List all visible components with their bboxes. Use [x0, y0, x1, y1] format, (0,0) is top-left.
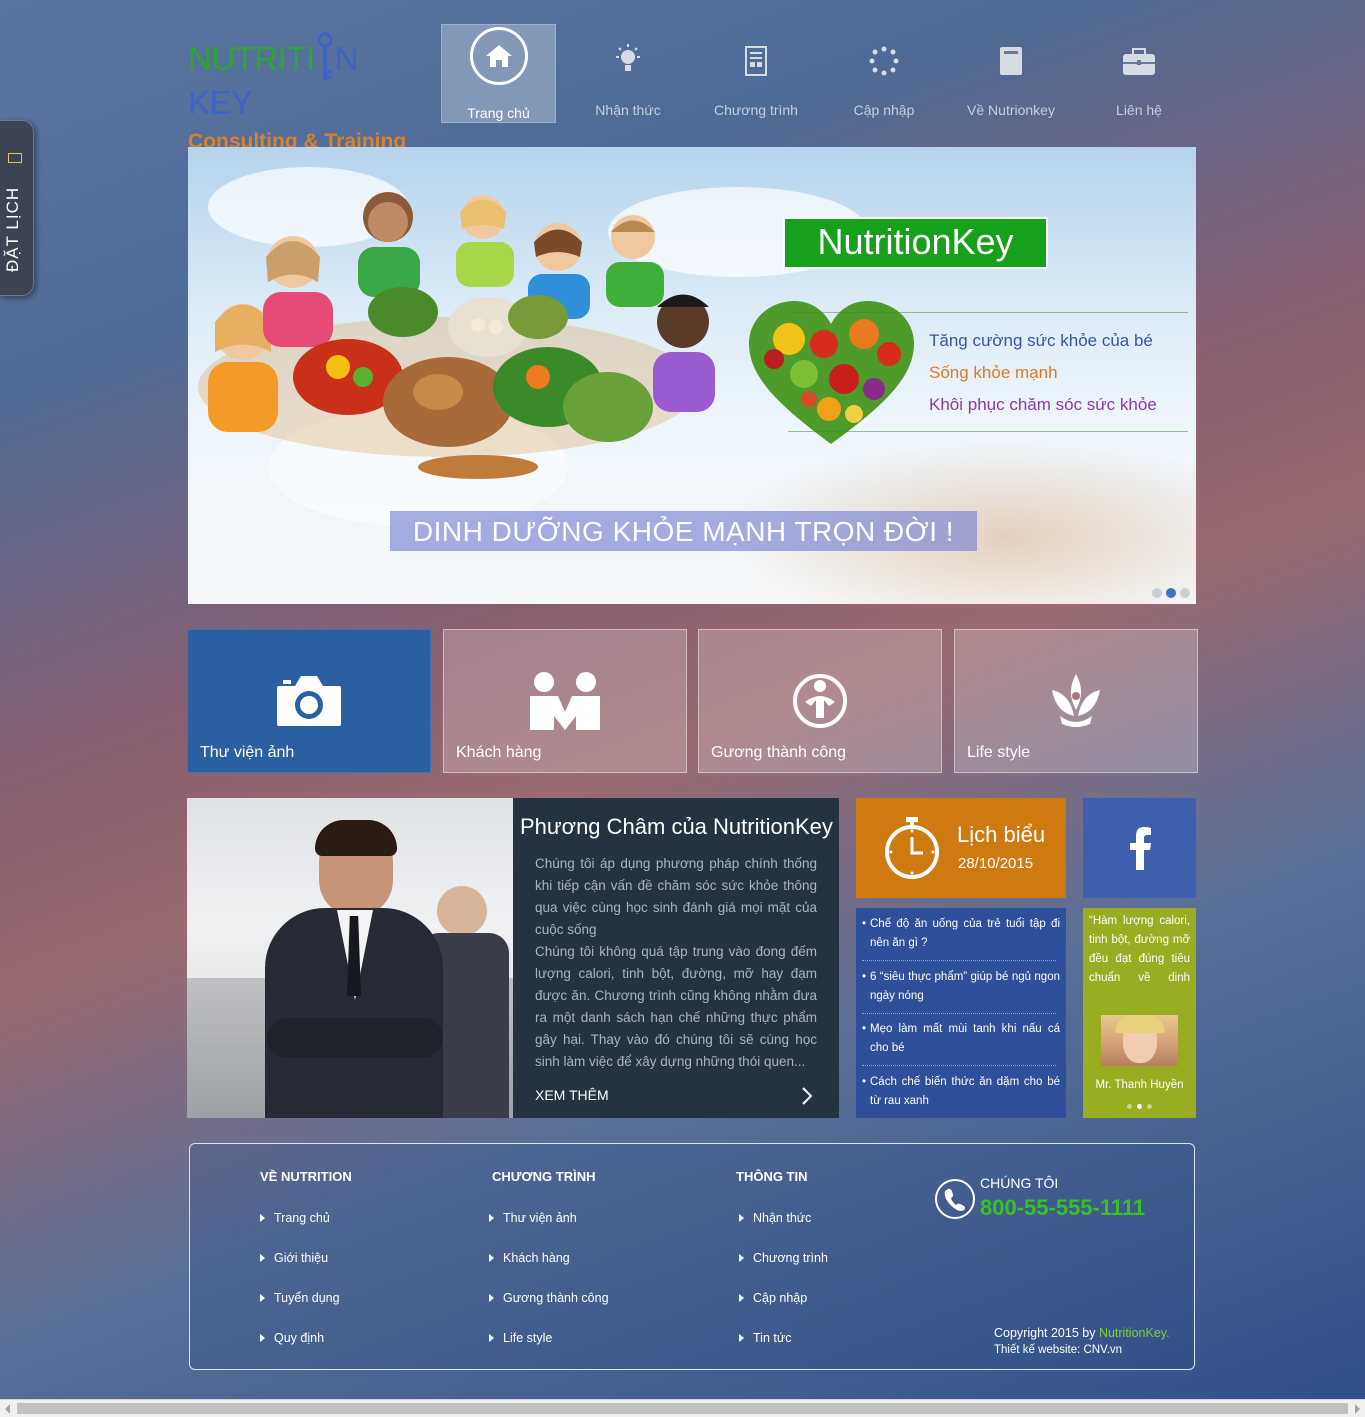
- tile-customers[interactable]: Khách hàng: [443, 629, 687, 773]
- tile-label: Life style: [967, 744, 1031, 761]
- hero-line-1: Tăng cường sức khỏe của bé: [929, 331, 1153, 350]
- news-item[interactable]: Mẹo làm mất mùi tanh khi nấu cá cho bé: [862, 1020, 1060, 1058]
- lightbulb-icon: [616, 44, 640, 71]
- scroll-left-arrow-icon[interactable]: [5, 1404, 10, 1414]
- footer-link[interactable]: Giới thiệu: [260, 1251, 328, 1265]
- nav-label: Nhận thức: [595, 102, 661, 118]
- footer-column-title: VỀ NUTRITION: [260, 1169, 352, 1184]
- logo-text-a: NUTRITI: [188, 40, 315, 77]
- testimonial-avatar: [1101, 1015, 1178, 1066]
- footer-column-title: CHƯƠNG TRÌNH: [492, 1169, 596, 1184]
- slider-dot-2[interactable]: [1166, 588, 1176, 598]
- philosophy-title: Phương Châm của NutritionKey: [520, 814, 833, 839]
- tile-photo-library[interactable]: Thư viện ảnh: [187, 629, 431, 773]
- hero-line-3: Khôi phục chăm sóc sức khỏe: [929, 395, 1157, 414]
- footer-link[interactable]: Chương trình: [739, 1251, 828, 1265]
- nav-item-program[interactable]: Chương trình: [700, 24, 812, 123]
- nav-label: Liên hệ: [1116, 102, 1162, 118]
- footer-link[interactable]: Tin tức: [739, 1331, 791, 1345]
- footer-link[interactable]: Nhận thức: [739, 1211, 811, 1225]
- chevron-right-icon[interactable]: [800, 1086, 814, 1106]
- hero-brand-title: NutritionKey: [783, 217, 1048, 269]
- tile-label: Gương thành công: [711, 744, 847, 761]
- scrollbar-thumb[interactable]: [17, 1403, 1348, 1414]
- facebook-tile[interactable]: [1083, 798, 1196, 898]
- tile-label: Thư viện ảnh: [200, 744, 295, 761]
- philosophy-paragraph-1: Chúng tôi áp dụng phương pháp chính thốn…: [535, 856, 817, 937]
- tile-success-stories[interactable]: Gương thành công: [698, 629, 942, 773]
- news-item[interactable]: Chế độ ăn uống của trẻ tuổi tập đi nên ă…: [862, 915, 1060, 953]
- testimonial-dot-2[interactable]: [1137, 1104, 1142, 1109]
- schedule-title: Lịch biểu: [957, 822, 1046, 847]
- slider-dot-1[interactable]: [1152, 588, 1162, 598]
- hero-slider[interactable]: NutritionKey Tăng cường sức khỏe của bé …: [188, 147, 1196, 604]
- nav-label: Về Nutrionkey: [967, 102, 1055, 118]
- document-icon: [745, 46, 767, 76]
- booking-tab-label: ĐẶT LỊCH: [3, 186, 22, 272]
- copyright: Copyright 2015 by NutritionKey.: [994, 1326, 1170, 1340]
- lotus-icon: [1052, 674, 1100, 727]
- hero-line-2: Sống khỏe mạnh: [929, 363, 1058, 382]
- tile-life-style[interactable]: Life style: [954, 629, 1198, 773]
- schedule-date: 28/10/2015: [958, 855, 1034, 872]
- nav-item-contact[interactable]: Liên hệ: [1083, 24, 1195, 123]
- phone-icon: [935, 1179, 975, 1219]
- testimonial-name: Mr. Thanh Huyền: [1095, 1079, 1184, 1091]
- businessman-image: [187, 798, 513, 1118]
- booking-side-tab[interactable]: ĐẶT LỊCH: [0, 120, 34, 296]
- slider-dot-3[interactable]: [1180, 588, 1190, 598]
- book-icon: [1000, 47, 1022, 75]
- news-item[interactable]: Cách chế biến thức ăn dặm cho bé từ rau …: [862, 1073, 1060, 1111]
- success-icon: [793, 674, 847, 728]
- nav-item-about[interactable]: Về Nutrionkey: [955, 24, 1067, 123]
- nav-label: Trang chủ: [467, 105, 530, 121]
- copyright-text: Copyright 2015 by: [994, 1326, 1099, 1340]
- footer-link[interactable]: Khách hàng: [489, 1251, 570, 1265]
- nav-item-home[interactable]: Trang chủ: [441, 24, 556, 123]
- kids-with-food-image: [198, 192, 715, 479]
- footer-column-title: THÔNG TIN: [736, 1169, 808, 1184]
- key-icon: [317, 32, 333, 80]
- scroll-right-arrow-icon[interactable]: [1355, 1404, 1360, 1414]
- calendar-icon: [8, 153, 22, 163]
- horizontal-scrollbar[interactable]: [0, 1399, 1365, 1417]
- philosophy-paragraph-2: Chúng tôi không quá tập trung vào đong đ…: [535, 944, 817, 1069]
- logo[interactable]: NUTRITI N KEY Consulting & Training: [188, 30, 428, 153]
- nav-item-update[interactable]: Cập nhập: [828, 24, 940, 123]
- footer-link[interactable]: Life style: [489, 1331, 552, 1345]
- footer-link[interactable]: Trang chủ: [260, 1211, 330, 1225]
- tile-label: Khách hàng: [456, 744, 542, 761]
- testimonial-text: “Hàm lượng calori, tinh bột, đường mỡ đề…: [1089, 915, 1190, 984]
- copyright-brand-link[interactable]: NutritionKey.: [1099, 1326, 1170, 1340]
- news-item[interactable]: 6 “siêu thực phẩm” giúp bé ngủ ngon ngày…: [862, 968, 1060, 1006]
- stopwatch-icon: [885, 817, 939, 879]
- footer-link[interactable]: Tuyển dụng: [260, 1291, 340, 1305]
- testimonial-dot-3[interactable]: [1147, 1104, 1152, 1109]
- testimonial-dot-1[interactable]: [1127, 1104, 1132, 1109]
- facebook-icon: [1130, 827, 1151, 870]
- contact-label: CHÚNG TÔI: [980, 1175, 1059, 1191]
- footer-link[interactable]: Quy định: [260, 1331, 324, 1345]
- spinner-icon: [869, 46, 899, 76]
- camera-icon: [277, 676, 341, 726]
- footer-link[interactable]: Gương thành công: [489, 1291, 609, 1305]
- customers-icon: [530, 672, 600, 730]
- fruit-heart-image: [749, 301, 914, 444]
- hero-slogan: DINH DƯỠNG KHỎE MẠNH TRỌN ĐỜI !: [390, 511, 977, 551]
- nav-label: Chương trình: [714, 102, 798, 118]
- philosophy-text: Chúng tôi áp dụng phương pháp chính thốn…: [535, 853, 817, 1073]
- nav-item-awareness[interactable]: Nhận thức: [572, 24, 684, 123]
- read-more-link[interactable]: XEM THÊM: [535, 1087, 609, 1103]
- home-icon: [485, 45, 512, 67]
- footer-link[interactable]: Thư viện ảnh: [489, 1211, 577, 1225]
- footer-link[interactable]: Cập nhập: [739, 1291, 807, 1305]
- phone-number[interactable]: 800-55-555-1111: [980, 1195, 1145, 1221]
- schedule-tile[interactable]: [856, 798, 1066, 898]
- designer-credit: Thiết kế website: CNV.vn: [994, 1344, 1123, 1356]
- briefcase-icon: [1123, 48, 1155, 75]
- nav-label: Cập nhập: [853, 102, 915, 118]
